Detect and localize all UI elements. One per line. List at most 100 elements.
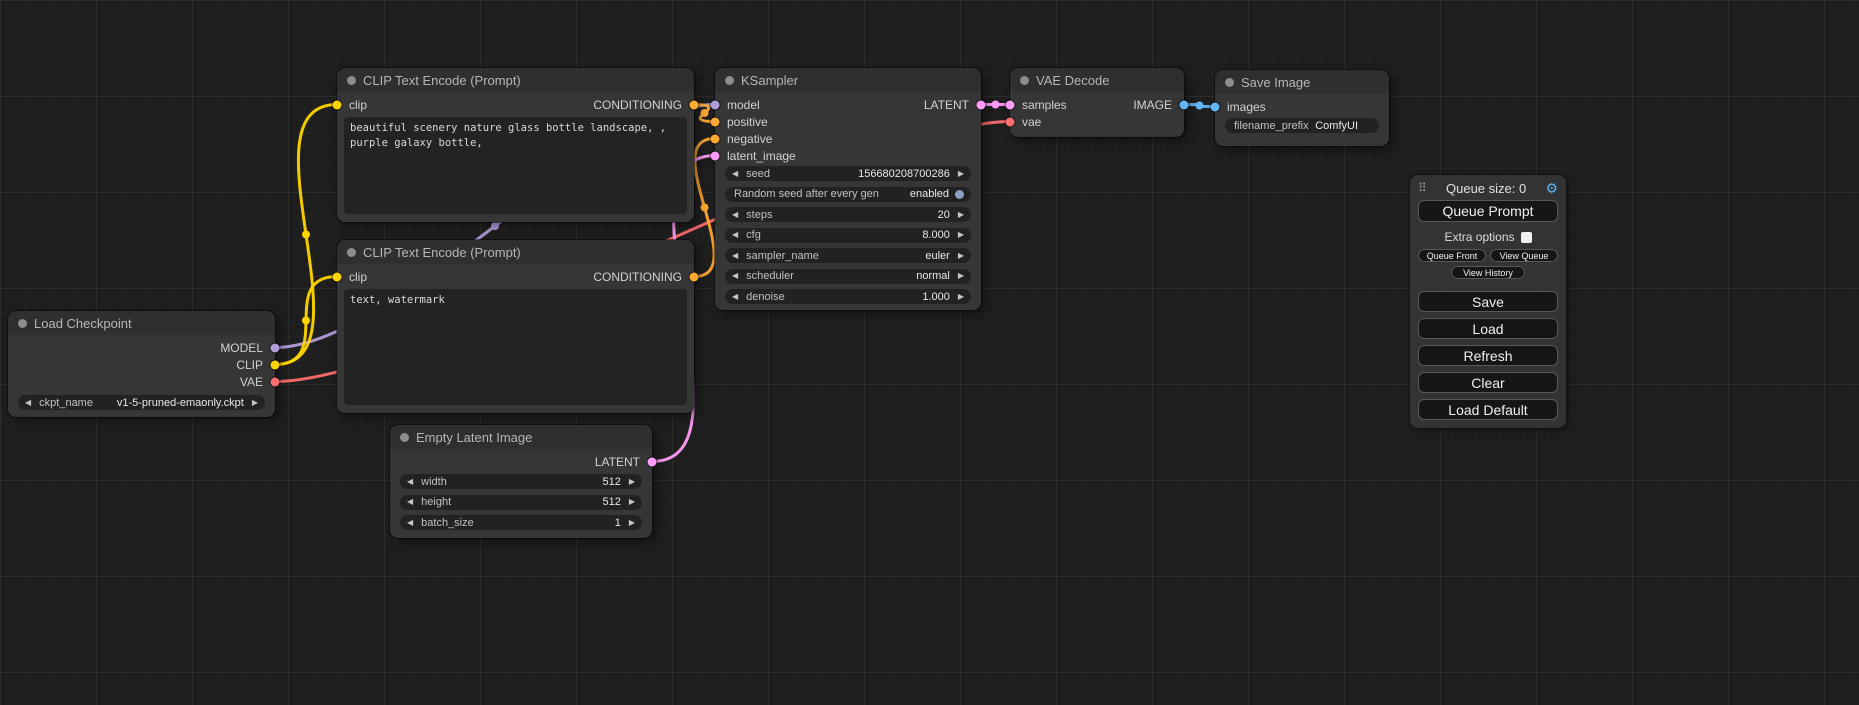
node-title: KSampler	[741, 73, 798, 88]
widget-label: scheduler	[746, 270, 794, 282]
clip-input-dot[interactable]	[333, 272, 342, 281]
clip-output-dot[interactable]	[271, 360, 280, 369]
collapse-dot-icon[interactable]	[725, 76, 734, 85]
node-ksampler[interactable]: KSampler model LATENT positive negative …	[715, 68, 981, 310]
slot-label: images	[1227, 100, 1266, 114]
samples-input-dot[interactable]	[1006, 100, 1015, 109]
width-widget[interactable]: ◀ width 512 ▶	[400, 474, 642, 489]
increment-icon[interactable]: ▶	[958, 231, 964, 239]
prompt-textarea[interactable]: text, watermark	[344, 289, 687, 405]
increment-icon[interactable]: ▶	[629, 519, 635, 527]
increment-icon[interactable]: ▶	[629, 498, 635, 506]
view-history-button[interactable]: View History	[1451, 266, 1525, 279]
slot-label: CLIP	[236, 358, 263, 372]
settings-gear-icon[interactable]: ⚙	[1545, 180, 1558, 197]
negative-input-dot[interactable]	[711, 134, 720, 143]
latent-image-input-dot[interactable]	[711, 151, 720, 160]
prev-value-icon[interactable]: ◀	[732, 252, 738, 260]
prev-value-icon[interactable]: ◀	[732, 272, 738, 280]
ckpt-name-widget[interactable]: ◀ ckpt_name v1-5-pruned-emaonly.ckpt ▶	[18, 395, 265, 410]
prev-value-icon[interactable]: ◀	[25, 399, 31, 407]
clear-button[interactable]: Clear	[1418, 372, 1558, 393]
collapse-dot-icon[interactable]	[1020, 76, 1029, 85]
decrement-icon[interactable]: ◀	[732, 211, 738, 219]
node-clip-text-encode-negative[interactable]: CLIP Text Encode (Prompt) clip CONDITION…	[337, 240, 694, 413]
node-titlebar[interactable]: VAE Decode	[1010, 68, 1184, 92]
node-empty-latent-image[interactable]: Empty Latent Image LATENT ◀ width 512 ▶ …	[390, 425, 652, 538]
load-button[interactable]: Load	[1418, 318, 1558, 339]
steps-widget[interactable]: ◀ steps 20 ▶	[725, 207, 971, 222]
queue-prompt-button[interactable]: Queue Prompt	[1418, 200, 1558, 222]
extra-options-checkbox[interactable]	[1521, 232, 1532, 243]
sampler-name-widget[interactable]: ◀ sampler_name euler ▶	[725, 248, 971, 263]
images-input-dot[interactable]	[1211, 102, 1220, 111]
increment-icon[interactable]: ▶	[958, 170, 964, 178]
node-titlebar[interactable]: KSampler	[715, 68, 981, 92]
node-titlebar[interactable]: Load Checkpoint	[8, 311, 275, 335]
increment-icon[interactable]: ▶	[629, 478, 635, 486]
node-titlebar[interactable]: Empty Latent Image	[390, 425, 652, 449]
latent-output-dot[interactable]	[977, 100, 986, 109]
node-title: Save Image	[1241, 75, 1310, 90]
random-seed-widget[interactable]: Random seed after every gen enabled	[725, 187, 971, 202]
conditioning-output-dot[interactable]	[690, 272, 699, 281]
model-output-dot[interactable]	[271, 343, 280, 352]
vae-output-dot[interactable]	[271, 377, 280, 386]
save-button[interactable]: Save	[1418, 291, 1558, 312]
filename-prefix-widget[interactable]: filename_prefix ComfyUI	[1225, 118, 1379, 133]
image-output-dot[interactable]	[1180, 100, 1189, 109]
load-default-button[interactable]: Load Default	[1418, 399, 1558, 420]
decrement-icon[interactable]: ◀	[732, 293, 738, 301]
batch-size-widget[interactable]: ◀ batch_size 1 ▶	[400, 515, 642, 530]
view-queue-button[interactable]: View Queue	[1490, 249, 1558, 262]
node-titlebar[interactable]: CLIP Text Encode (Prompt)	[337, 68, 694, 92]
node-title: Empty Latent Image	[416, 430, 532, 445]
collapse-dot-icon[interactable]	[1225, 78, 1234, 87]
collapse-dot-icon[interactable]	[347, 248, 356, 257]
decrement-icon[interactable]: ◀	[407, 519, 413, 527]
decrement-icon[interactable]: ◀	[732, 231, 738, 239]
drag-handle-icon[interactable]: ⠿	[1418, 181, 1427, 195]
graph-canvas[interactable]: Load Checkpoint MODEL CLIP VAE ◀ ckpt_na…	[0, 0, 1859, 705]
model-input-dot[interactable]	[711, 100, 720, 109]
collapse-dot-icon[interactable]	[400, 433, 409, 442]
slot-row: clip CONDITIONING	[337, 268, 694, 285]
height-widget[interactable]: ◀ height 512 ▶	[400, 495, 642, 510]
widget-value: 8.000	[922, 229, 950, 241]
prompt-textarea[interactable]: beautiful scenery nature glass bottle la…	[344, 117, 687, 214]
conditioning-output-dot[interactable]	[690, 100, 699, 109]
node-load-checkpoint[interactable]: Load Checkpoint MODEL CLIP VAE ◀ ckpt_na…	[8, 311, 275, 417]
increment-icon[interactable]: ▶	[958, 293, 964, 301]
node-titlebar[interactable]: Save Image	[1215, 70, 1389, 94]
clip-input-dot[interactable]	[333, 100, 342, 109]
cfg-widget[interactable]: ◀ cfg 8.000 ▶	[725, 228, 971, 243]
collapse-dot-icon[interactable]	[347, 76, 356, 85]
random-seed-toggle-icon[interactable]	[955, 190, 964, 199]
refresh-button[interactable]: Refresh	[1418, 345, 1558, 366]
widget-value: 20	[938, 209, 950, 221]
next-value-icon[interactable]: ▶	[958, 272, 964, 280]
node-save-image[interactable]: Save Image images filename_prefix ComfyU…	[1215, 70, 1389, 146]
widget-label: ckpt_name	[39, 397, 93, 409]
node-vae-decode[interactable]: VAE Decode samples IMAGE vae	[1010, 68, 1184, 137]
positive-input-dot[interactable]	[711, 117, 720, 126]
seed-widget[interactable]: ◀ seed 156680208700286 ▶	[725, 166, 971, 181]
widget-value: normal	[916, 270, 950, 282]
node-clip-text-encode-positive[interactable]: CLIP Text Encode (Prompt) clip CONDITION…	[337, 68, 694, 222]
slot-row: model LATENT	[715, 96, 981, 113]
queue-front-button[interactable]: Queue Front	[1418, 249, 1486, 262]
scheduler-widget[interactable]: ◀ scheduler normal ▶	[725, 269, 971, 284]
increment-icon[interactable]: ▶	[958, 211, 964, 219]
slot-label: latent_image	[727, 149, 796, 163]
vae-input-dot[interactable]	[1006, 117, 1015, 126]
next-value-icon[interactable]: ▶	[958, 252, 964, 260]
widget-label: height	[421, 496, 451, 508]
denoise-widget[interactable]: ◀ denoise 1.000 ▶	[725, 289, 971, 304]
next-value-icon[interactable]: ▶	[252, 399, 258, 407]
decrement-icon[interactable]: ◀	[407, 498, 413, 506]
latent-output-dot[interactable]	[648, 457, 657, 466]
decrement-icon[interactable]: ◀	[407, 478, 413, 486]
node-titlebar[interactable]: CLIP Text Encode (Prompt)	[337, 240, 694, 264]
collapse-dot-icon[interactable]	[18, 319, 27, 328]
decrement-icon[interactable]: ◀	[732, 170, 738, 178]
